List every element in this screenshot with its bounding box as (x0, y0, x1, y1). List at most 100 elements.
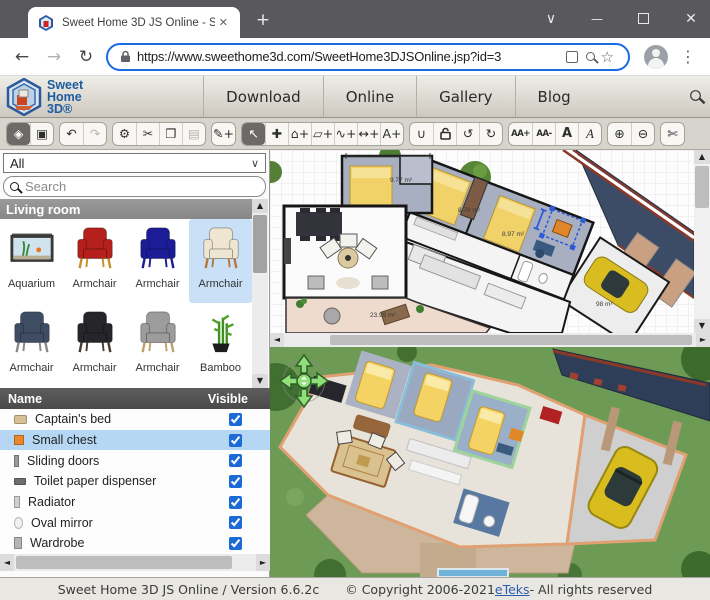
plan-hscrollbar[interactable]: ◄ ► (270, 333, 710, 347)
catalog-item-armchair[interactable]: Armchair (63, 303, 126, 387)
new-tab-button[interactable]: + (252, 10, 274, 32)
visible-checkbox[interactable] (229, 496, 242, 509)
profile-avatar[interactable] (644, 45, 668, 69)
redo-button[interactable]: ↷ (83, 123, 106, 145)
toolbar-group: ∪ ↺↻ (409, 122, 503, 146)
create-walls-button[interactable]: ⌂+ (288, 123, 311, 145)
visible-checkbox[interactable] (229, 454, 242, 467)
zoom-search-icon[interactable] (586, 52, 595, 61)
create-rooms-button[interactable]: ▱+ (311, 123, 334, 145)
rotate-ccw-button[interactable]: ↺ (456, 123, 479, 145)
lock-base-plan-button[interactable] (433, 123, 456, 145)
bold-button[interactable]: A (555, 123, 578, 145)
plan-view[interactable]: 9.77 m² 8.79 m² 8.97 m² 23.99 m² 98 m² (270, 150, 694, 333)
site-search-icon[interactable] (690, 90, 701, 101)
window-maximize-button[interactable] (628, 8, 658, 30)
nav-item-download[interactable]: Download (204, 76, 323, 117)
rotate-cw-button[interactable]: ↻ (479, 123, 502, 145)
cut-button[interactable]: ✂ (136, 123, 159, 145)
catalog-item-aquarium[interactable]: Aquarium (0, 219, 63, 303)
url-text[interactable]: https://www.sweethome3d.com/SweetHome3DJ… (137, 49, 558, 64)
nav-item-blog[interactable]: Blog (516, 76, 593, 117)
furniture-row[interactable]: Toilet paper dispenser (0, 471, 270, 492)
catalog-item-armchair[interactable]: Armchair (63, 219, 126, 303)
catalog-item-bamboo[interactable]: Bamboo (189, 303, 252, 387)
window-view-button[interactable]: ▣ (30, 123, 53, 145)
nav-item-gallery[interactable]: Gallery (417, 76, 514, 117)
add-text-button[interactable]: A+ (380, 123, 403, 145)
undo-button[interactable]: ↶ (60, 123, 83, 145)
decrease-text-size-button[interactable]: AA- (532, 123, 555, 145)
reload-button[interactable]: ↻ (70, 47, 102, 67)
forward-button[interactable]: → (38, 47, 70, 67)
create-dimensions-button[interactable]: ↔+ (357, 123, 380, 145)
browser-tab[interactable]: Sweet Home 3D JS Online - Swe ✕ (28, 7, 240, 38)
eteks-link[interactable]: eTeks (495, 582, 530, 597)
furniture-row[interactable]: Small chest (0, 430, 270, 451)
furniture-row[interactable]: Wardrobe (0, 533, 270, 554)
furniture-name: Oval mirror (31, 516, 93, 530)
catalog-filter-select[interactable]: All ∨ (3, 153, 266, 173)
scroll-up-icon[interactable]: ▲ (252, 199, 268, 213)
catalog-item-armchair[interactable]: Armchair (126, 303, 189, 387)
scrollbar-thumb[interactable] (253, 215, 267, 273)
select-button[interactable]: ↖ (242, 123, 265, 145)
catalog-item-armchair[interactable]: Armchair (189, 219, 252, 303)
url-bar[interactable]: https://www.sweethome3d.com/SweetHome3DJ… (106, 43, 630, 71)
scrollbar-thumb[interactable] (330, 335, 692, 345)
scrollbar-thumb[interactable] (16, 556, 232, 569)
tab-close-icon[interactable]: ✕ (215, 14, 232, 31)
zoom-in-button[interactable]: ⊕ (608, 123, 631, 145)
browser-menu-icon[interactable]: ⋮ (680, 47, 696, 66)
add-furniture-button[interactable]: ✎+ (212, 123, 235, 145)
furniture-list-hscrollbar[interactable]: ◄ ► (0, 554, 270, 571)
plan-scissors-button[interactable]: ✄ (661, 123, 684, 145)
scrollbar-thumb[interactable] (695, 166, 709, 208)
visible-checkbox[interactable] (229, 516, 242, 529)
scan-frame-icon[interactable] (566, 51, 578, 63)
visible-checkbox[interactable] (229, 413, 242, 426)
column-name[interactable]: Name (8, 392, 42, 406)
scroll-left-icon[interactable]: ◄ (0, 554, 14, 571)
bookmark-star-icon[interactable]: ☆ (601, 48, 614, 66)
window-chevron-button[interactable]: ∨ (536, 8, 566, 30)
catalog-item-armchair[interactable]: Armchair (126, 219, 189, 303)
create-polylines-button[interactable]: ∿+ (334, 123, 357, 145)
catalog-item-armchair[interactable]: Armchair (0, 303, 63, 387)
pan-button[interactable]: ✚ (265, 123, 288, 145)
search-input[interactable] (25, 179, 245, 194)
scroll-down-icon[interactable]: ▼ (252, 374, 268, 388)
furniture-row[interactable]: Radiator (0, 492, 270, 513)
increase-text-size-button[interactable]: AA+ (509, 123, 532, 145)
window-close-button[interactable]: ✕ (676, 8, 706, 30)
view-3d[interactable] (270, 347, 710, 577)
home-layers-button[interactable]: ◈ (7, 123, 30, 145)
scroll-right-icon[interactable]: ► (696, 333, 710, 347)
copy-button[interactable]: ❐ (159, 123, 182, 145)
sweethome3d-logo[interactable]: Sweet Home 3D® (5, 78, 83, 116)
compass-center[interactable] (297, 374, 311, 388)
column-visible[interactable]: Visible (208, 392, 248, 406)
window-minimize-button[interactable]: — (582, 8, 612, 30)
furniture-row[interactable]: Captain's bed (0, 409, 270, 430)
visible-checkbox[interactable] (229, 475, 242, 488)
paste-button[interactable]: ▤ (182, 123, 205, 145)
back-button[interactable]: ← (6, 47, 38, 67)
scroll-left-icon[interactable]: ◄ (270, 333, 284, 347)
scroll-up-icon[interactable]: ▲ (694, 150, 710, 164)
nav-item-online[interactable]: Online (324, 76, 416, 117)
preferences-button[interactable]: ⚙ (113, 123, 136, 145)
visible-checkbox[interactable] (229, 537, 242, 550)
zoom-out-button[interactable]: ⊖ (631, 123, 654, 145)
visible-checkbox[interactable] (229, 434, 242, 447)
magnetism-button[interactable]: ∪ (410, 123, 433, 145)
category-header-living-room[interactable]: Living room (0, 199, 252, 219)
scroll-down-icon[interactable]: ▼ (694, 319, 710, 333)
furniture-row[interactable]: Oval mirror (0, 512, 270, 533)
catalog-scrollbar[interactable]: ▲ ▼ (252, 199, 268, 388)
furniture-row[interactable]: Sliding doors (0, 450, 270, 471)
scroll-right-icon[interactable]: ► (256, 554, 270, 571)
catalog-search-box[interactable] (3, 176, 266, 197)
plan-vscrollbar[interactable]: ▲ ▼ (694, 150, 710, 333)
italic-button[interactable]: A (578, 123, 601, 145)
